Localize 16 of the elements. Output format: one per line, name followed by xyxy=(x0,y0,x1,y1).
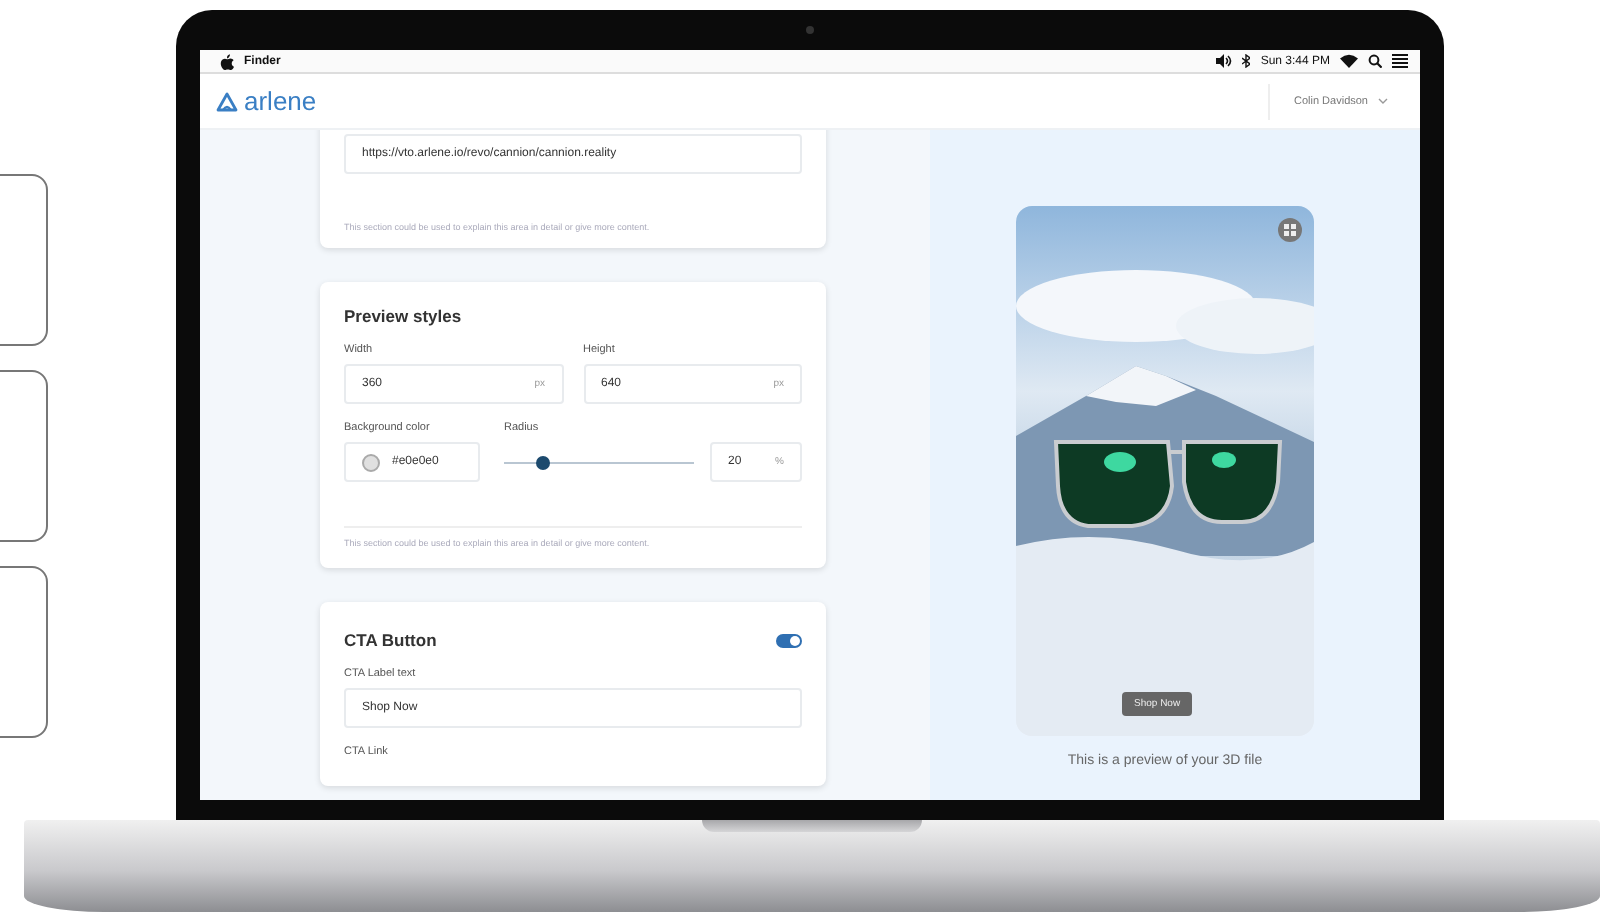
apple-icon xyxy=(220,53,234,69)
bluetooth-icon xyxy=(1242,54,1251,68)
camera-dot xyxy=(806,26,814,34)
volume-icon xyxy=(1216,54,1233,68)
color-swatch[interactable] xyxy=(362,453,380,471)
toggle-switch[interactable] xyxy=(776,633,802,647)
list-icon xyxy=(1392,54,1408,68)
slider-thumb[interactable] xyxy=(536,455,550,469)
search-icon xyxy=(1368,54,1382,68)
section-title: Preview styles xyxy=(344,306,464,326)
logo-text: arlene xyxy=(244,86,317,116)
qr-code-icon xyxy=(1278,218,1302,242)
section-title: CTA Button xyxy=(344,630,437,650)
caret-icon xyxy=(1378,98,1388,104)
logo-icon xyxy=(216,91,238,111)
wifi-icon xyxy=(1340,54,1358,68)
